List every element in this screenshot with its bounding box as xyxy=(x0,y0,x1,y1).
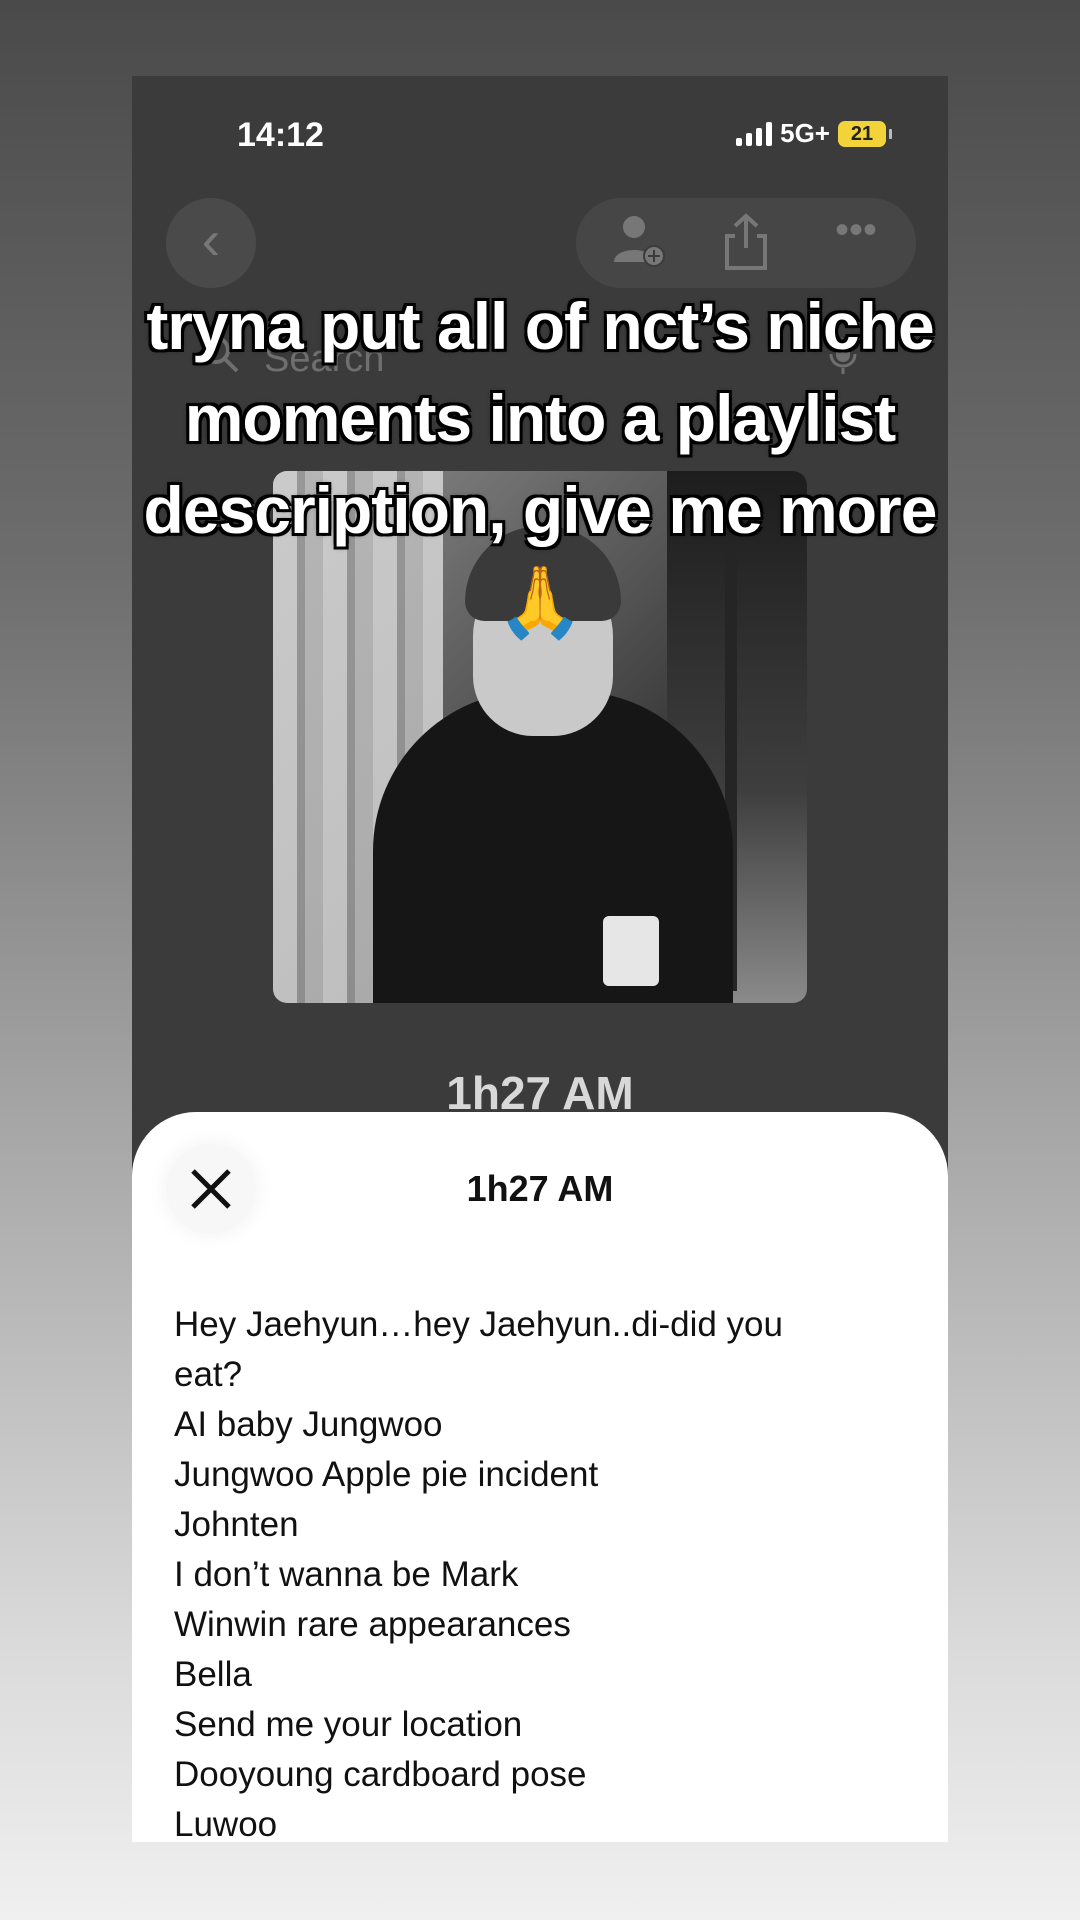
description-line: Winwin rare appearances xyxy=(174,1605,571,1644)
description-line: Johnten xyxy=(174,1505,299,1544)
top-nav: ‹ ••• xyxy=(132,198,948,290)
more-icon[interactable]: ••• xyxy=(826,208,886,253)
network-type: 5G+ xyxy=(780,118,830,148)
description-line: Luwoo xyxy=(174,1805,278,1842)
description-line: eat? xyxy=(174,1355,243,1394)
add-person-icon[interactable] xyxy=(610,212,670,282)
battery-icon: 21 xyxy=(838,120,892,147)
caption-line: moments into a playlist xyxy=(184,381,896,455)
back-button[interactable]: ‹ xyxy=(166,198,256,288)
caption-line: tryna put all of nct’s niche xyxy=(146,289,934,363)
caption-overlay: tryna put all of nct’s niche moments int… xyxy=(0,280,1080,648)
description-line: Dooyoung cardboard pose xyxy=(174,1755,587,1794)
description-line: I don’t wanna be Mark xyxy=(174,1555,519,1594)
caption-line: description, give me more xyxy=(143,473,938,547)
description-line: Hey Jaehyun…hey Jaehyun..di-did you xyxy=(174,1305,783,1344)
actions-group: ••• xyxy=(576,198,916,288)
status-time: 14:12 xyxy=(237,116,324,154)
signal-icon xyxy=(736,121,773,146)
playlist-description: Hey Jaehyun…hey Jaehyun..di-did you eat?… xyxy=(174,1300,894,1842)
description-sheet: 1h27 AM Hey Jaehyun…hey Jaehyun..di-did … xyxy=(132,1112,948,1842)
description-line: AI baby Jungwoo xyxy=(174,1405,443,1444)
share-icon[interactable] xyxy=(716,212,776,282)
status-indicators: 5G+ 21 xyxy=(736,118,892,149)
sheet-title: 1h27 AM xyxy=(466,1168,614,1209)
description-line: Send me your location xyxy=(174,1705,523,1744)
praying-hands-icon: 🙏 xyxy=(496,563,584,641)
description-line: Jungwoo Apple pie incident xyxy=(174,1455,599,1494)
description-line: Bella xyxy=(174,1655,252,1694)
